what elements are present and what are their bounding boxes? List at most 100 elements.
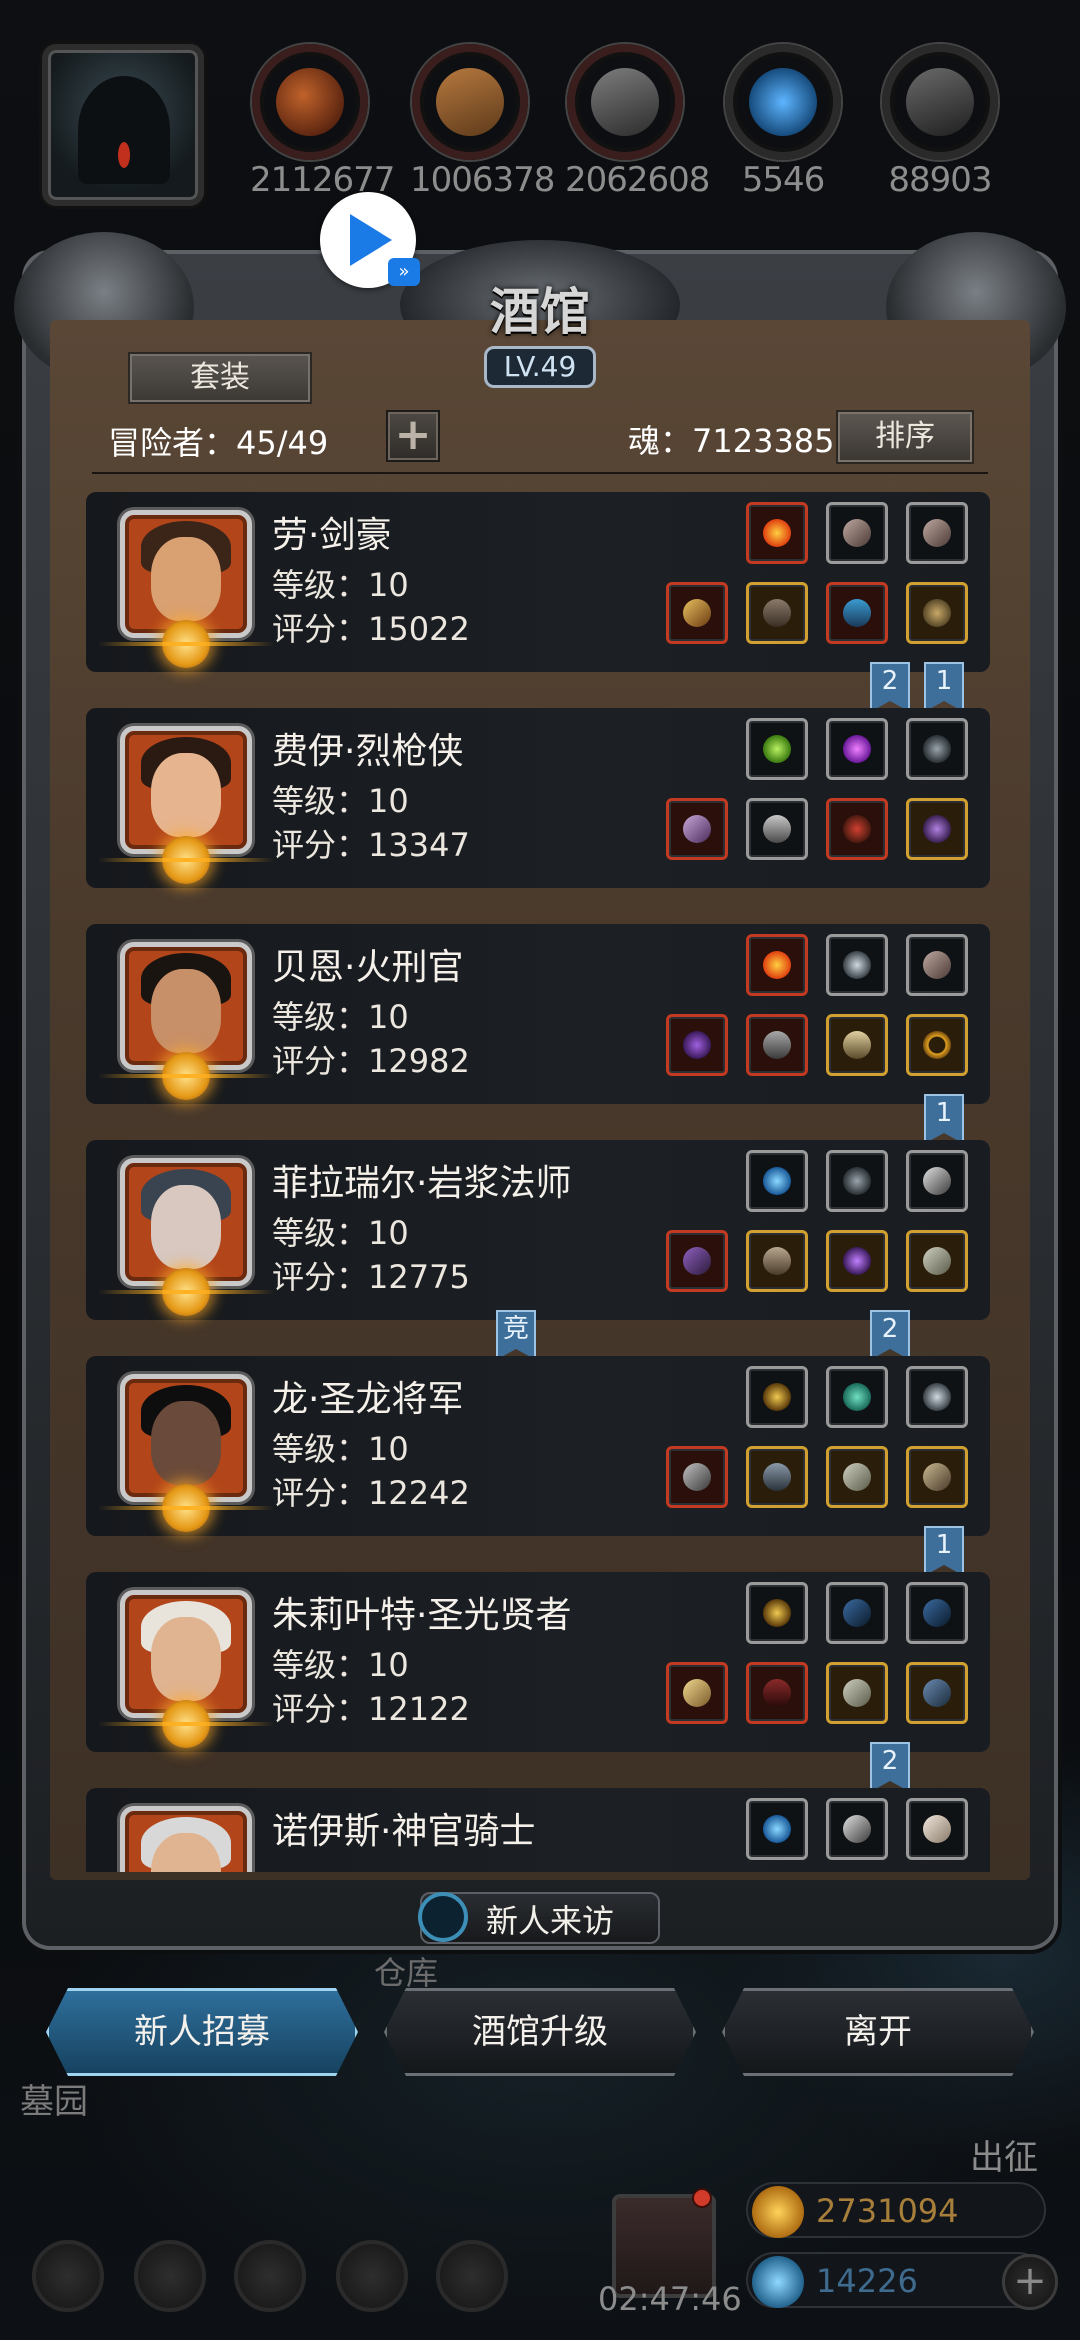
graveyard-label[interactable]: 墓园	[20, 2074, 88, 2123]
hero-score: 评分：15022	[272, 610, 470, 648]
jade-icon[interactable]	[826, 1366, 888, 1428]
fire-rune-icon[interactable]	[746, 934, 808, 996]
player-avatar[interactable]	[42, 44, 204, 206]
plate-armor-icon[interactable]	[746, 1446, 808, 1508]
hero-list[interactable]: 劳·剑豪 等级：10 评分：15022 2 1 费伊·烈枪侠 等级：10 评分：…	[86, 488, 990, 1872]
resource-value: 88903	[888, 160, 992, 200]
green-plant-icon[interactable]	[746, 718, 808, 780]
upgrade-tavern-button[interactable]: 酒馆升级	[384, 1988, 696, 2076]
settings-icon[interactable]	[32, 2240, 104, 2312]
resource-value: 5546	[741, 160, 826, 200]
notification-dot	[692, 2188, 712, 2208]
claw-icon[interactable]	[906, 1798, 968, 1860]
helmet-icon[interactable]	[826, 798, 888, 860]
hero-card[interactable]: 朱莉叶特·圣光贤者 等级：10 评分：12122	[86, 1572, 990, 1752]
hero-portrait[interactable]	[120, 1158, 252, 1286]
golden-emblem-icon[interactable]	[746, 1582, 808, 1644]
resource-stone[interactable]: 88903	[880, 44, 1000, 200]
dagger-icon[interactable]	[906, 1150, 968, 1212]
expedition-label[interactable]: 出征	[970, 2130, 1038, 2179]
hero-card[interactable]: 诺伊斯·神官骑士	[86, 1788, 990, 1872]
resource-value: 2062608	[565, 160, 710, 200]
mail-icon[interactable]	[336, 2240, 408, 2312]
leave-button[interactable]: 离开	[722, 1988, 1034, 2076]
gold-counter[interactable]: 2731094	[746, 2182, 1046, 2238]
hero-card[interactable]: 菲拉瑞尔·岩浆法师 等级：10 评分：12775	[86, 1140, 990, 1320]
hero-portrait[interactable]	[120, 510, 252, 638]
feather-icon[interactable]	[826, 502, 888, 564]
gauntlet-icon[interactable]	[906, 1230, 968, 1292]
hero-name: 费伊·烈枪侠	[272, 731, 464, 772]
bow-icon[interactable]	[906, 1582, 968, 1644]
video-play-button[interactable]: »	[320, 192, 420, 288]
set-button[interactable]: 套装	[128, 352, 312, 404]
recruit-button[interactable]: 新人招募	[46, 1988, 358, 2076]
rank-ribbon: 2	[870, 1310, 910, 1360]
dagger-icon[interactable]	[826, 1798, 888, 1860]
ring-icon[interactable]	[906, 1014, 968, 1076]
shield-icon[interactable]	[906, 1446, 968, 1508]
resource-iron[interactable]: 2062608	[565, 44, 710, 200]
robe-icon[interactable]	[746, 1662, 808, 1724]
staff-icon[interactable]	[666, 1014, 728, 1076]
hero-portrait[interactable]	[120, 1806, 252, 1872]
portrait-face	[151, 1401, 221, 1485]
staff-icon[interactable]	[666, 1230, 728, 1292]
crystal-counter[interactable]: 14226	[746, 2252, 1046, 2308]
hero-card[interactable]: 贝恩·火刑官 等级：10 评分：12982	[86, 924, 990, 1104]
hero-card[interactable]: 费伊·烈枪侠 等级：10 评分：13347	[86, 708, 990, 888]
resource-meat[interactable]: 2112677	[250, 44, 395, 200]
blue-orb-icon[interactable]	[746, 1798, 808, 1860]
armor-icon[interactable]	[746, 1230, 808, 1292]
hero-card[interactable]: 劳·剑豪 等级：10 评分：15022	[86, 492, 990, 672]
armor-icon[interactable]	[746, 1014, 808, 1076]
hero-portrait[interactable]	[120, 726, 252, 854]
blue-orb-icon[interactable]	[746, 1150, 808, 1212]
hero-portrait[interactable]	[120, 942, 252, 1070]
rank-emblem-icon	[98, 1484, 274, 1532]
resource-crystal[interactable]: 5546	[723, 44, 843, 200]
cross-pendant-icon[interactable]	[906, 1662, 968, 1724]
hero-level: 等级：10	[272, 566, 409, 604]
mask-icon[interactable]	[826, 1150, 888, 1212]
resource-wood[interactable]: 1006378	[410, 44, 555, 200]
fire-rune-icon[interactable]	[746, 502, 808, 564]
chest-armor-icon[interactable]	[746, 798, 808, 860]
expand-capacity-button[interactable]: +	[386, 410, 440, 462]
hammer-icon[interactable]	[666, 1662, 728, 1724]
sword-icon[interactable]	[666, 582, 728, 644]
greatsword-icon[interactable]	[666, 1446, 728, 1508]
armor-icon[interactable]	[746, 582, 808, 644]
sort-button[interactable]: 排序	[836, 410, 974, 464]
amulet-icon[interactable]	[906, 798, 968, 860]
purple-gem-icon[interactable]	[826, 718, 888, 780]
purple-eye-icon[interactable]	[826, 1230, 888, 1292]
ring-icon[interactable]	[906, 582, 968, 644]
gauntlet-icon[interactable]	[826, 1662, 888, 1724]
crystal-amount: 14226	[816, 2262, 918, 2300]
gauntlet-icon[interactable]	[826, 1446, 888, 1508]
hero-card[interactable]: 龙·圣龙将军 等级：10 评分：12242	[86, 1356, 990, 1536]
hero-portrait[interactable]	[120, 1590, 252, 1718]
portrait-face	[151, 537, 221, 621]
mask-icon[interactable]	[906, 718, 968, 780]
hero-score: 评分：13347	[272, 826, 470, 864]
portrait-face	[151, 753, 221, 837]
feather-icon[interactable]	[906, 502, 968, 564]
bow-icon[interactable]	[826, 1582, 888, 1644]
rank-emblem-icon	[98, 1700, 274, 1748]
belt-icon[interactable]	[826, 1014, 888, 1076]
golden-emblem-icon[interactable]	[746, 1366, 808, 1428]
spear-icon[interactable]	[666, 798, 728, 860]
bracer-icon[interactable]	[826, 582, 888, 644]
wing-emblem-icon[interactable]	[906, 1366, 968, 1428]
crystal-icon	[752, 2256, 804, 2308]
add-currency-button[interactable]: +	[1002, 2254, 1058, 2310]
feather-icon[interactable]	[906, 934, 968, 996]
achievement-icon[interactable]	[134, 2240, 206, 2312]
tavern-title: 酒馆	[490, 282, 590, 341]
hero-portrait[interactable]	[120, 1374, 252, 1502]
wing-emblem-icon[interactable]	[826, 934, 888, 996]
quest-icon[interactable]	[436, 2240, 508, 2312]
map-icon[interactable]	[234, 2240, 306, 2312]
